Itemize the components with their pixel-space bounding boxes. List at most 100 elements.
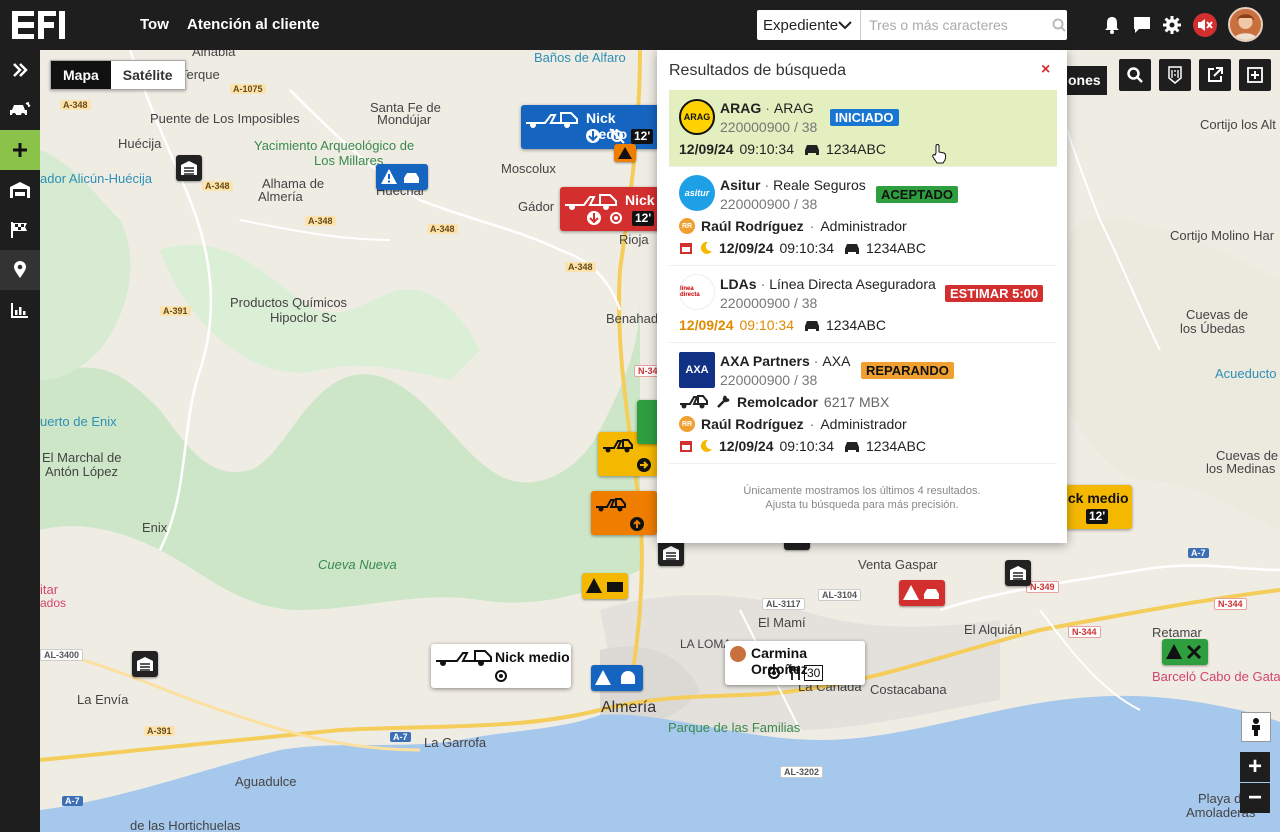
map-type-satellite[interactable]: Satélite: [111, 61, 185, 89]
sidebar-item-garage[interactable]: [0, 170, 40, 210]
zoom-in-button[interactable]: +: [1240, 752, 1270, 782]
map-label: La Envía: [77, 692, 129, 707]
map-search-button[interactable]: [1119, 59, 1151, 91]
vehicle-marker-red[interactable]: Nick 12': [560, 187, 660, 231]
mute-icon[interactable]: [1193, 13, 1217, 37]
result-insurer: Línea Directa Aseguradora: [769, 276, 936, 292]
map-label: Parque de las Familias: [668, 720, 801, 735]
map-pin-icon: [14, 261, 26, 278]
vehicle-marker-blue[interactable]: Nick medio 12': [521, 105, 659, 149]
result-company: ARAG: [720, 100, 762, 116]
tow-truck-icon: [596, 498, 626, 512]
bell-icon[interactable]: [1100, 13, 1124, 37]
chat-icon[interactable]: [1130, 13, 1154, 37]
nav-tow[interactable]: Tow: [140, 16, 169, 33]
tow-truck-icon: [526, 112, 578, 128]
incident-pin-red[interactable]: [899, 580, 945, 606]
incident-pin-orange[interactable]: [614, 144, 636, 162]
map-label: Terque: [180, 67, 220, 82]
road-tag: A-348: [60, 100, 91, 110]
sidebar-item-stats[interactable]: [0, 290, 40, 330]
open-external-button[interactable]: [1199, 59, 1231, 91]
result-ref: 220000900 / 38: [720, 196, 818, 212]
result-title: AXA Partners · AXA: [720, 353, 851, 369]
gps-icon: [766, 665, 782, 684]
incident-pin-green[interactable]: [1162, 639, 1208, 665]
result-date: 12/09/24: [719, 240, 774, 256]
vehicle-popup[interactable]: Nick medio: [431, 644, 571, 688]
calendar-icon: [680, 243, 692, 254]
result-date: 12/09/24: [679, 317, 734, 333]
external-link-icon: [1208, 67, 1223, 82]
garage-pin[interactable]: [1005, 560, 1031, 586]
garage-pin[interactable]: [658, 540, 684, 566]
map-label: los Úbedas: [1180, 321, 1246, 336]
result-item[interactable]: ARAG ARAG · ARAG 220000900 / 38 INICIADO 1…: [669, 90, 1057, 167]
map-type-map[interactable]: Mapa: [51, 61, 111, 89]
sidebar-item-map[interactable]: [0, 250, 40, 290]
result-item[interactable]: asitur Asitur · Reale Seguros 220000900 / …: [669, 167, 1057, 266]
add-layer-button[interactable]: [1239, 59, 1271, 91]
street-view-button[interactable]: [1241, 712, 1271, 742]
road-tag: AL-3202: [780, 766, 824, 778]
add-button[interactable]: [0, 130, 40, 170]
road-tag: A-1075: [230, 84, 266, 94]
map-label: ador Alicún-Huécija: [40, 171, 153, 186]
sidebar-item-accidents[interactable]: [0, 90, 40, 130]
driver-popup[interactable]: Carmina Ordoñez 30: [725, 641, 865, 685]
arrow-down-icon: [585, 128, 601, 147]
nav-atencion-cliente[interactable]: Atención al cliente: [187, 16, 320, 33]
map-label: Acueducto: [1215, 366, 1277, 381]
search-icon[interactable]: [1050, 18, 1067, 32]
tow-truck-icon: [603, 439, 633, 453]
road-tag: A-348: [565, 262, 596, 272]
search-input[interactable]: [861, 17, 1051, 33]
warning-car-icon: [903, 585, 939, 600]
result-item[interactable]: AXA AXA Partners · AXA 220000900 / 38 REPA…: [669, 343, 1057, 464]
map-road-button[interactable]: [1159, 59, 1191, 91]
gps-icon: [608, 210, 624, 229]
result-company: LDAs: [720, 276, 757, 292]
result-person-row: RR Raúl Rodríguez · Administrador: [679, 218, 907, 234]
incident-pin-yellow[interactable]: [582, 573, 628, 599]
result-role: Administrador: [820, 218, 907, 234]
vehicle-name: Nick medio: [495, 649, 570, 665]
moon-icon: [700, 439, 712, 452]
options-label[interactable]: ones: [1062, 66, 1107, 95]
hand-cursor-icon: [932, 144, 947, 164]
garage-pin[interactable]: [132, 651, 158, 677]
road-tag: AL-3117: [762, 598, 805, 610]
user-avatar[interactable]: [1228, 7, 1263, 42]
vehicle-marker-orange[interactable]: [591, 491, 657, 535]
close-button[interactable]: ×: [1041, 61, 1050, 79]
result-role: Administrador: [820, 416, 907, 432]
map-label: Barceló Cabo de Gata: [1152, 669, 1280, 684]
expand-sidebar-button[interactable]: [0, 50, 40, 90]
result-item[interactable]: línea directa LDAs · Línea Directa Asegura…: [669, 266, 1057, 343]
road-tag: A-348: [427, 224, 458, 234]
efi-logo[interactable]: [12, 11, 66, 39]
vehicle-marker-yellow-right[interactable]: ick medio 12': [1060, 485, 1132, 529]
sidebar-item-race[interactable]: [0, 210, 40, 250]
map-label: ados: [40, 596, 67, 610]
double-chevron-right-icon: [13, 63, 28, 77]
gear-icon[interactable]: [1160, 13, 1184, 37]
road-shield-icon: [1168, 66, 1182, 84]
garage-pin[interactable]: [176, 155, 202, 181]
panel-footer-line2: Ajusta tu búsqueda para más precisión.: [765, 499, 959, 511]
result-datetime-row: 12/09/24 09:10:34 1234ABC: [679, 141, 886, 157]
vehicle-name: ick medio: [1064, 490, 1129, 506]
result-company: Asitur: [720, 177, 761, 193]
result-company: AXA Partners: [720, 353, 810, 369]
zoom-out-button[interactable]: −: [1240, 783, 1270, 813]
result-person-row: RR Raúl Rodríguez · Administrador: [679, 416, 907, 432]
road-tag: AL-3400: [40, 649, 84, 661]
search-field-select[interactable]: Expediente: [757, 10, 862, 40]
driver-avatar: [730, 646, 746, 662]
incident-pin-blue-city[interactable]: [591, 665, 643, 691]
result-time: 09:10:34: [779, 438, 835, 454]
incident-pin-blue[interactable]: [376, 164, 428, 190]
map-label: Venta Gaspar: [858, 557, 938, 572]
vehicle-name: Nick: [625, 192, 655, 208]
warehouse-icon: [1010, 566, 1026, 580]
